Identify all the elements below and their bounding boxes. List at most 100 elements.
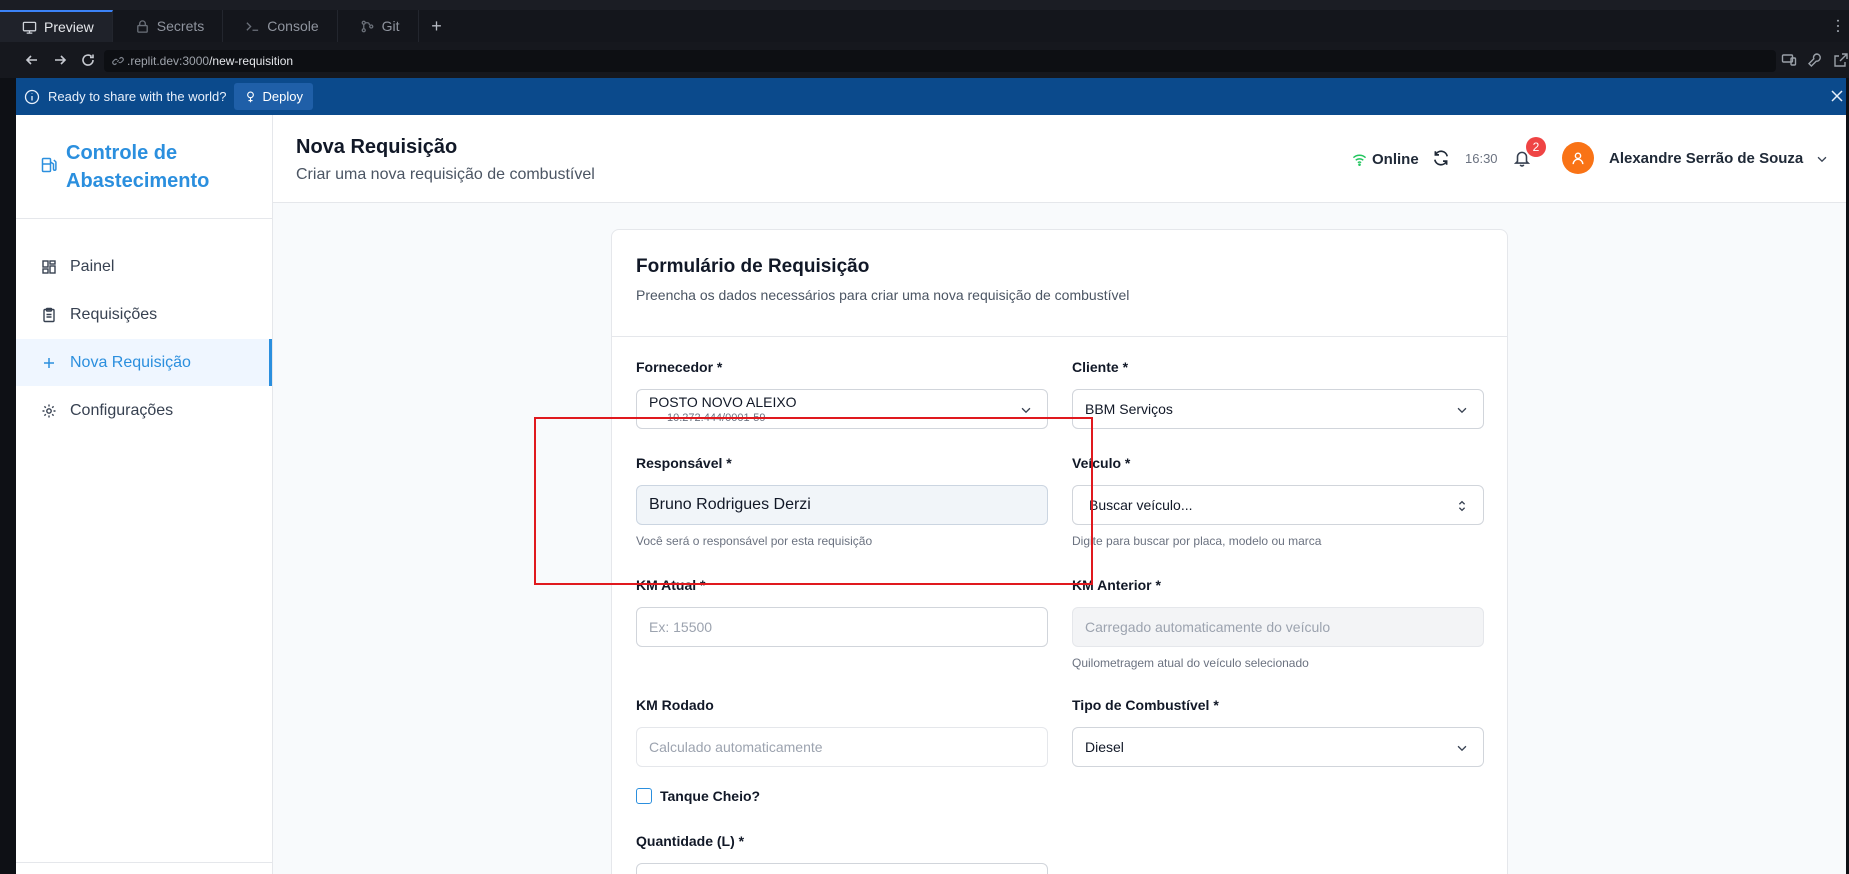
combustivel-select[interactable]: Diesel xyxy=(1072,727,1484,767)
chevrons-up-down-icon xyxy=(1458,500,1466,512)
monitor-icon xyxy=(22,21,37,34)
connection-status: Online xyxy=(1352,151,1419,168)
fornecedor-label: Fornecedor * xyxy=(636,359,723,375)
reload-button[interactable] xyxy=(74,52,102,68)
fuel-pump-icon xyxy=(41,157,57,172)
editor-left-edge xyxy=(0,78,16,874)
sidebar-item-nova-requisicao[interactable]: Nova Requisição xyxy=(16,339,272,386)
chevron-down-icon xyxy=(1457,407,1467,414)
more-options-icon[interactable]: ⋯ xyxy=(1828,18,1847,34)
sidebar-item-requisicoes[interactable]: Requisições xyxy=(16,291,272,338)
sidebar-item-configuracoes[interactable]: Configurações xyxy=(16,387,272,434)
cliente-field: Cliente * BBM Serviços xyxy=(1072,359,1484,429)
km-rodado-field: KM Rodado Calculado automaticamente xyxy=(636,697,1048,767)
combustivel-value: Diesel xyxy=(1085,739,1124,755)
tanque-cheio-label[interactable]: Tanque Cheio? xyxy=(660,788,760,804)
gear-icon xyxy=(42,404,56,417)
form-description: Preencha os dados necessários para criar… xyxy=(636,287,1130,303)
replit-tab-bar: Preview Secrets Console Git + ⋯ xyxy=(0,10,1849,42)
url-bar-actions xyxy=(1781,52,1849,68)
deploy-banner: Ready to share with the world? Deploy xyxy=(16,78,1849,115)
km-rodado-input: Calculado automaticamente xyxy=(636,727,1048,767)
sidebar-item-label: Requisições xyxy=(70,305,158,323)
url-path: /new-requisition xyxy=(209,54,294,68)
brand: Controle de Abastecimento xyxy=(16,115,272,219)
devices-icon[interactable] xyxy=(1781,52,1797,68)
user-icon xyxy=(1572,152,1584,165)
deploy-button[interactable]: Deploy xyxy=(234,83,313,110)
km-rodado-placeholder: Calculado automaticamente xyxy=(649,739,823,755)
sidebar-item-painel[interactable]: Painel xyxy=(16,243,272,290)
git-icon xyxy=(361,20,374,32)
reload-icon xyxy=(82,54,94,66)
avatar[interactable] xyxy=(1562,142,1594,174)
form-title: Formulário de Requisição xyxy=(636,256,870,277)
combustivel-field: Tipo de Combustível * Diesel xyxy=(1072,697,1484,767)
km-anterior-label: KM Anterior * xyxy=(1072,577,1161,593)
fornecedor-value: POSTO NOVO ALEIXO xyxy=(649,394,797,410)
rocket-icon xyxy=(247,91,255,103)
clock-time: 16:30 xyxy=(1465,151,1498,166)
tab-secrets-label: Secrets xyxy=(156,18,205,34)
arrow-left-icon xyxy=(25,55,37,65)
cliente-label: Cliente * xyxy=(1072,359,1129,375)
highlight-annotation xyxy=(534,417,1093,585)
combustivel-label: Tipo de Combustível * xyxy=(1072,697,1219,713)
brand-name[interactable]: Controle de Abastecimento xyxy=(66,139,236,195)
quantidade-label: Quantidade (L) * xyxy=(636,833,745,849)
km-atual-field: KM Atual * Ex: 15500 xyxy=(636,577,1048,647)
browser-url-bar: .replit.dev:3000/new-requisition xyxy=(0,42,1849,78)
tab-console[interactable]: Console xyxy=(223,10,338,42)
veiculo-placeholder: Buscar veículo... xyxy=(1089,497,1193,513)
km-anterior-placeholder: Carregado automaticamente do veículo xyxy=(1085,619,1331,635)
wrench-icon[interactable] xyxy=(1807,52,1823,68)
sidebar-footer xyxy=(16,862,273,874)
dashboard-icon xyxy=(42,259,56,274)
km-anterior-input: Carregado automaticamente do veículo xyxy=(1072,607,1484,647)
plus-icon xyxy=(44,357,54,368)
refresh-icon[interactable] xyxy=(1432,149,1450,167)
deploy-label: Deploy xyxy=(262,89,303,104)
km-anterior-hint: Quilometragem atual do veículo seleciona… xyxy=(1072,656,1309,670)
veiculo-label: Veículo * xyxy=(1072,455,1131,471)
close-icon[interactable] xyxy=(1829,88,1845,104)
cliente-select[interactable]: BBM Serviços xyxy=(1072,389,1484,429)
add-tab-button[interactable]: + xyxy=(419,10,455,42)
forward-button[interactable] xyxy=(46,52,74,68)
page-title: Nova Requisição xyxy=(296,136,458,158)
tanque-cheio-row: Tanque Cheio? xyxy=(636,788,760,804)
quantidade-input[interactable] xyxy=(636,863,1048,874)
terminal-icon xyxy=(246,21,259,31)
veiculo-combobox[interactable]: Buscar veículo... xyxy=(1072,485,1484,525)
veiculo-hint: Digite para buscar por placa, modelo ou … xyxy=(1072,534,1322,548)
tab-preview-label: Preview xyxy=(44,19,94,35)
km-atual-input[interactable]: Ex: 15500 xyxy=(636,607,1048,647)
sidebar-item-label: Nova Requisição xyxy=(70,353,191,371)
external-link-icon[interactable] xyxy=(1833,52,1849,68)
banner-message: Ready to share with the world? xyxy=(48,89,227,104)
chevron-down-icon[interactable] xyxy=(1815,152,1829,166)
page-header: Nova Requisição Criar uma nova requisiçã… xyxy=(273,115,1849,203)
tab-preview[interactable]: Preview xyxy=(0,10,113,42)
km-anterior-field: KM Anterior * Carregado automaticamente … xyxy=(1072,577,1484,670)
page-subtitle: Criar uma nova requisição de combustível xyxy=(296,166,595,183)
tanque-cheio-checkbox[interactable] xyxy=(636,788,652,804)
arrow-right-icon xyxy=(55,55,67,65)
tab-git[interactable]: Git xyxy=(338,10,419,42)
back-button[interactable] xyxy=(18,52,46,68)
km-atual-placeholder: Ex: 15500 xyxy=(649,619,713,635)
card-header: Formulário de Requisição Preencha os dad… xyxy=(612,230,1507,337)
notification-badge: 2 xyxy=(1526,137,1546,157)
cliente-value: BBM Serviços xyxy=(1085,401,1173,417)
url-host: .replit.dev:3000 xyxy=(127,54,210,68)
tab-secrets[interactable]: Secrets xyxy=(113,10,224,42)
window-top-strip xyxy=(0,0,1849,10)
url-input[interactable]: .replit.dev:3000/new-requisition xyxy=(104,50,1776,72)
user-name[interactable]: Alexandre Serrão de Souza xyxy=(1609,150,1803,167)
status-label: Online xyxy=(1372,151,1419,168)
lock-icon xyxy=(136,19,148,33)
chevron-down-icon xyxy=(1021,407,1031,414)
veiculo-field: Veículo * Buscar veículo... Digite para … xyxy=(1072,455,1484,548)
chevron-down-icon xyxy=(1457,745,1467,752)
link-icon xyxy=(112,57,124,65)
